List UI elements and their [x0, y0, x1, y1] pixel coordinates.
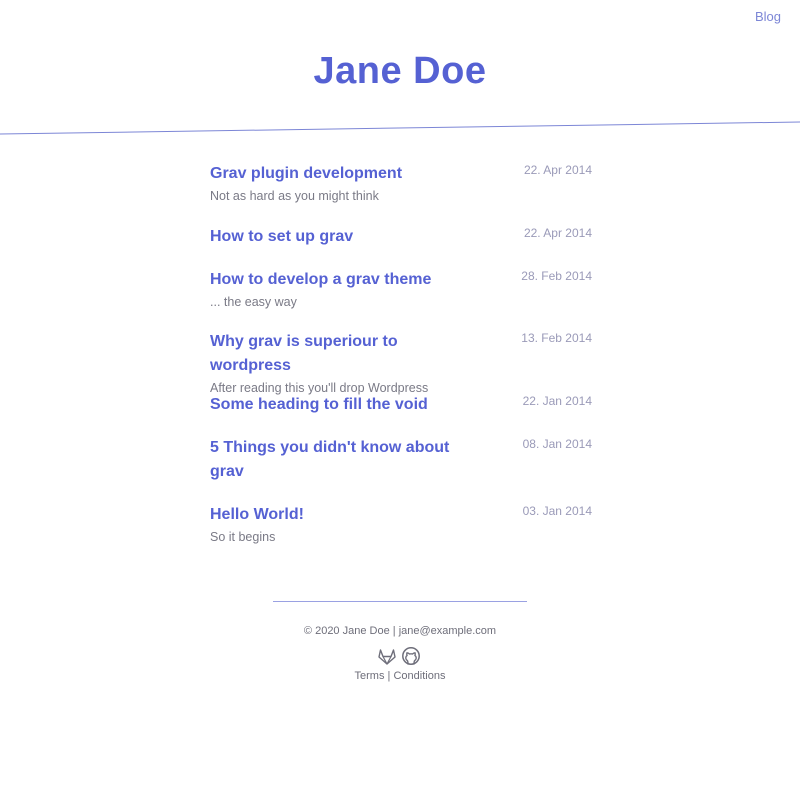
post-subtitle: So it begins — [210, 530, 276, 544]
post-date: 22. Jan 2014 — [522, 394, 592, 408]
gitlab-link[interactable] — [377, 646, 397, 666]
post-title-link[interactable]: How to set up grav — [210, 225, 460, 249]
post-subtitle: Not as hard as you might think — [210, 189, 379, 203]
post-date: 13. Feb 2014 — [521, 331, 592, 345]
gitlab-icon — [378, 649, 396, 665]
post-list: Grav plugin development 22. Apr 2014 Not… — [210, 162, 592, 547]
footer-copyright: © 2020 Jane Doe | jane@example.com — [0, 625, 800, 637]
post-date: 22. Apr 2014 — [523, 226, 592, 240]
nav-blog-link[interactable]: Blog — [755, 9, 781, 24]
site-title: Jane Doe — [313, 50, 487, 92]
post-date: 22. Apr 2014 — [523, 163, 592, 177]
post-title-link[interactable]: Some heading to fill the void — [210, 393, 460, 417]
footer-divider — [273, 601, 527, 602]
post-date: 03. Jan 2014 — [522, 504, 592, 518]
github-link[interactable] — [401, 646, 421, 666]
social-links — [377, 646, 421, 666]
footer-separator: | — [392, 625, 396, 637]
post-subtitle: ... the easy way — [210, 295, 297, 309]
copyright-text: © 2020 Jane Doe — [303, 625, 390, 637]
post-item: 5 Things you didn't know about grav 08. … — [210, 436, 592, 503]
post-title-link[interactable]: How to develop a grav theme — [210, 268, 460, 292]
header-divider — [0, 121, 800, 135]
post-item: Why grav is superiour to wordpress 13. F… — [210, 330, 592, 395]
post-date: 28. Feb 2014 — [521, 269, 592, 283]
conditions-link[interactable]: Conditions — [393, 670, 445, 682]
post-date: 08. Jan 2014 — [522, 437, 592, 451]
post-item: How to develop a grav theme 28. Feb 2014… — [210, 268, 592, 330]
post-item: Some heading to fill the void 22. Jan 20… — [210, 393, 592, 436]
github-icon — [402, 647, 420, 665]
terms-link[interactable]: Terms — [355, 670, 385, 682]
post-item: How to set up grav 22. Apr 2014 — [210, 225, 592, 268]
footer-legal: Terms | Conditions — [0, 670, 800, 682]
email-link[interactable]: jane@example.com — [399, 625, 496, 637]
post-title-link[interactable]: Hello World! — [210, 503, 460, 527]
post-item: Hello World! 03. Jan 2014 So it begins — [210, 503, 592, 547]
post-item: Grav plugin development 22. Apr 2014 Not… — [210, 162, 592, 225]
post-title-link[interactable]: 5 Things you didn't know about grav — [210, 436, 460, 484]
post-title-link[interactable]: Grav plugin development — [210, 162, 460, 186]
legal-separator: | — [387, 670, 391, 682]
post-title-link[interactable]: Why grav is superiour to wordpress — [210, 330, 460, 378]
